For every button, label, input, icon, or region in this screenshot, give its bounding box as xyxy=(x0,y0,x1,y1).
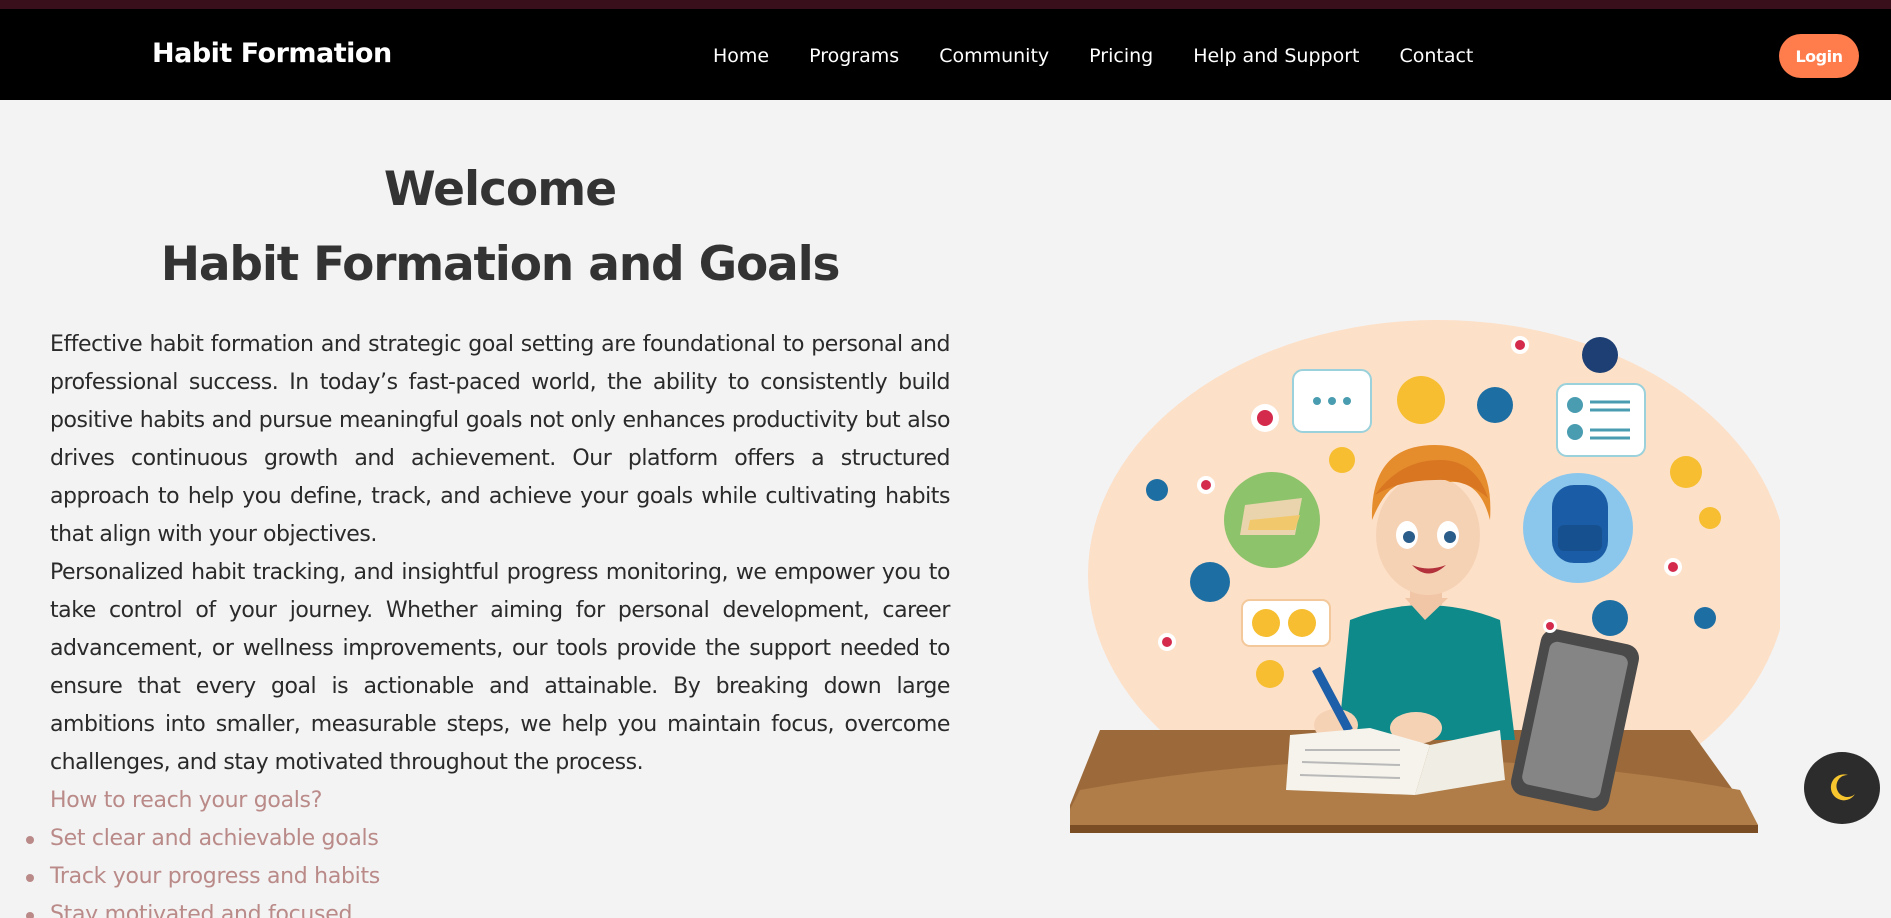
navbar: Habit Formation Home Programs Community … xyxy=(0,9,1891,100)
hero-content: Effective habit formation and strategic … xyxy=(26,326,950,918)
moon-icon xyxy=(1830,774,1855,801)
nav-contact[interactable]: Contact xyxy=(1399,45,1473,67)
goals-list: Set clear and achievable goals Track you… xyxy=(26,820,950,918)
nav-community[interactable]: Community xyxy=(939,45,1049,67)
intro-paragraph-2: Personalized habit tracking, and insight… xyxy=(50,560,950,775)
nav-programs[interactable]: Programs xyxy=(809,45,899,67)
nav-links: Home Programs Community Pricing Help and… xyxy=(713,45,1473,67)
nav-home[interactable]: Home xyxy=(713,45,769,67)
brand-logo[interactable]: Habit Formation xyxy=(152,38,392,69)
goal-item: Stay motivated and focused xyxy=(26,896,950,918)
intro-paragraph-1: Effective habit formation and strategic … xyxy=(50,332,950,547)
theme-toggle-button[interactable] xyxy=(1804,752,1880,824)
nav-help-support[interactable]: Help and Support xyxy=(1193,45,1359,67)
hero-subheading: Habit Formation and Goals xyxy=(160,237,841,292)
hero-illustration xyxy=(1070,320,1780,833)
goal-item: Set clear and achievable goals xyxy=(26,820,950,858)
goal-item: Track your progress and habits xyxy=(26,858,950,896)
hero-heading: Welcome xyxy=(383,162,617,217)
goals-title: How to reach your goals? xyxy=(50,788,323,813)
login-button[interactable]: Login xyxy=(1779,34,1859,78)
nav-pricing[interactable]: Pricing xyxy=(1089,45,1153,67)
top-accent-line xyxy=(0,0,1891,9)
